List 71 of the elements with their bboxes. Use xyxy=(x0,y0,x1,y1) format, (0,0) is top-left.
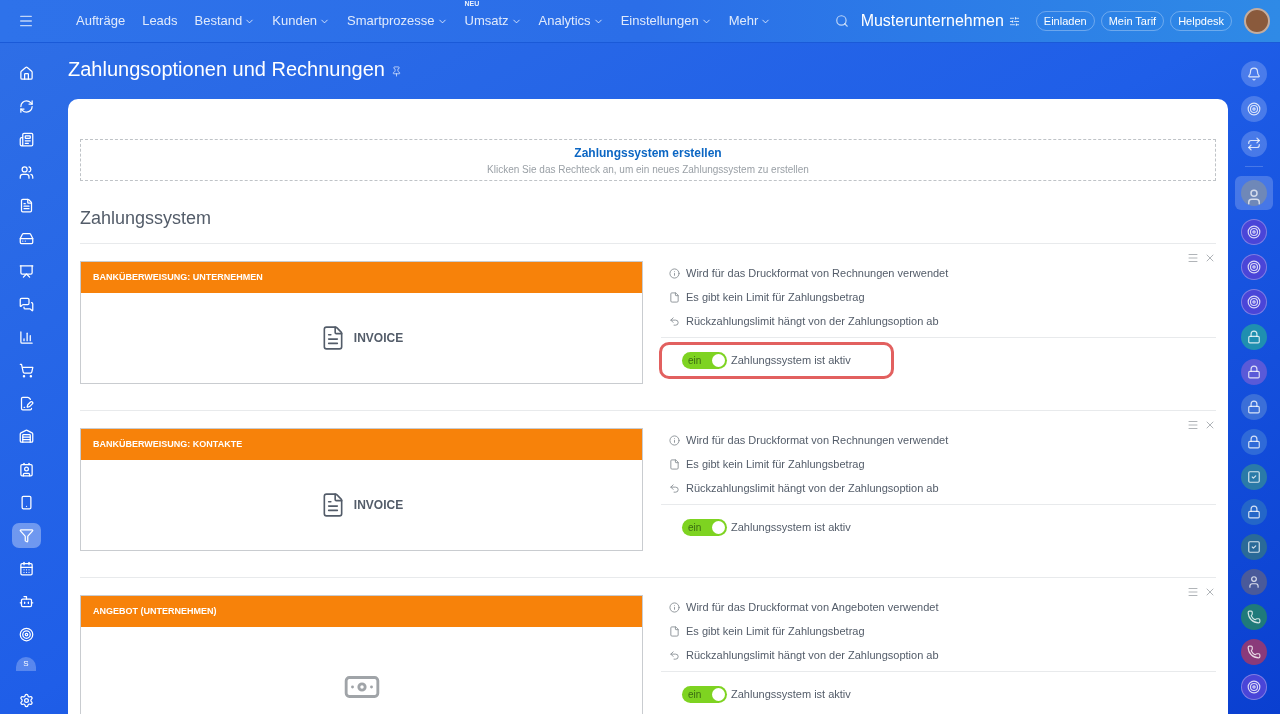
toggle-switch[interactable]: ein xyxy=(682,519,727,536)
drag-handle-icon[interactable] xyxy=(1187,586,1199,598)
search-icon[interactable] xyxy=(834,14,849,28)
toggle-label: Zahlungssystem ist aktiv xyxy=(731,687,851,703)
page-title: Zahlungsoptionen und Rechnungen xyxy=(68,57,385,82)
info-text: Wird für das Druckformat von Rechnungen verwendet xyxy=(686,432,949,448)
avatar[interactable] xyxy=(1244,8,1270,34)
return-arrow-icon xyxy=(669,482,680,494)
drag-handle-icon[interactable] xyxy=(1187,419,1199,431)
card-title: ANGEBOT (UNTERNEHMEN) xyxy=(93,604,217,618)
info-icon xyxy=(669,601,680,613)
bell-icon[interactable] xyxy=(1241,61,1267,87)
drag-handle-icon[interactable] xyxy=(1187,252,1199,264)
contact-avatar[interactable] xyxy=(1235,176,1273,210)
menu-icon[interactable] xyxy=(18,13,34,29)
info-icon xyxy=(669,434,680,446)
preview-label: INVOICE xyxy=(353,330,404,347)
preview-card[interactable]: BANKÜBERWEISUNG: UNTERNEHMEN INVOICE xyxy=(80,261,643,384)
return-arrow-icon xyxy=(669,315,680,327)
pin-icon[interactable] xyxy=(390,65,402,77)
nav-item[interactable]: Bestand xyxy=(194,11,256,31)
info-text: Es gibt kein Limit für Zahlungsbetrag xyxy=(686,623,865,639)
preview-card[interactable]: BANKÜBERWEISUNG: KONTAKTE INVOICE xyxy=(80,428,643,551)
document-icon xyxy=(669,458,680,470)
nav-item[interactable]: Mehr xyxy=(728,11,772,31)
document-icon xyxy=(669,625,680,637)
lock-icon[interactable] xyxy=(1241,394,1267,420)
lock-icon[interactable] xyxy=(1241,324,1267,350)
toggle-switch[interactable]: ein xyxy=(682,352,727,369)
info-text: Es gibt kein Limit für Zahlungsbetrag xyxy=(686,289,865,305)
checkbox-icon[interactable] xyxy=(1241,534,1267,560)
info-text: Rückzahlungslimit hängt von der Zahlungsoption ab xyxy=(686,480,939,496)
nav-item[interactable]: Einstellungen xyxy=(620,11,712,31)
lock-icon[interactable] xyxy=(1241,429,1267,455)
return-arrow-icon xyxy=(669,649,680,661)
create-title: Zahlungssystem erstellen xyxy=(574,144,722,162)
sliders-icon[interactable] xyxy=(1008,15,1020,27)
nav-item[interactable]: Smartprozesse xyxy=(347,11,448,31)
create-area[interactable]: Zahlungssystem erstellen Klicken Sie das Rechteck an, um ein neues Zahlungssystem zu erstellen xyxy=(80,139,1216,181)
info-text: Wird für das Druckformat von Rechnungen verwendet xyxy=(686,265,949,281)
info-text: Wird für das Druckformat von Angeboten verwendet xyxy=(686,599,939,615)
checkbox-icon[interactable] xyxy=(1241,464,1267,490)
toggle-switch[interactable]: ein xyxy=(682,686,727,703)
settings-icon[interactable] xyxy=(18,693,34,708)
chat-exchange-icon[interactable] xyxy=(1241,131,1267,157)
phone-icon[interactable] xyxy=(1241,639,1267,665)
nav-item[interactable]: Aufträge xyxy=(76,11,126,31)
preview-card[interactable]: ANGEBOT (UNTERNEHMEN) xyxy=(80,595,643,714)
card-title: BANKÜBERWEISUNG: UNTERNEHMEN xyxy=(93,270,263,284)
card-title: BANKÜBERWEISUNG: KONTAKTE xyxy=(93,437,243,451)
lock-icon[interactable] xyxy=(1241,359,1267,385)
info-icon xyxy=(669,267,680,279)
nav-item[interactable]: Analytics xyxy=(538,11,604,31)
info-text: Es gibt kein Limit für Zahlungsbetrag xyxy=(686,456,865,472)
toggle-label: Zahlungssystem ist aktiv xyxy=(731,353,851,369)
user-icon[interactable] xyxy=(1241,569,1267,595)
preview-label: INVOICE xyxy=(353,497,404,514)
nav-item[interactable]: Leads xyxy=(142,11,178,31)
company-name[interactable]: Musterunternehmen xyxy=(860,9,1004,33)
filter-icon[interactable] xyxy=(11,523,41,548)
info-text: Rückzahlungslimit hängt von der Zahlungsoption ab xyxy=(686,313,939,329)
nav-item[interactable]: Kunden xyxy=(272,11,331,31)
info-text: Rückzahlungslimit hängt von der Zahlungsoption ab xyxy=(686,647,939,663)
target-icon[interactable] xyxy=(1241,96,1267,122)
phone-icon[interactable] xyxy=(1241,604,1267,630)
section-title: Zahlungssystem xyxy=(80,207,213,230)
toggle-label: Zahlungssystem ist aktiv xyxy=(731,520,851,536)
user-initial[interactable]: S xyxy=(16,657,36,671)
create-hint: Klicken Sie das Rechteck an, um ein neues Zahlungssystem zu erstellen xyxy=(487,162,809,177)
document-icon xyxy=(669,291,680,303)
lock-icon[interactable] xyxy=(1241,499,1267,525)
